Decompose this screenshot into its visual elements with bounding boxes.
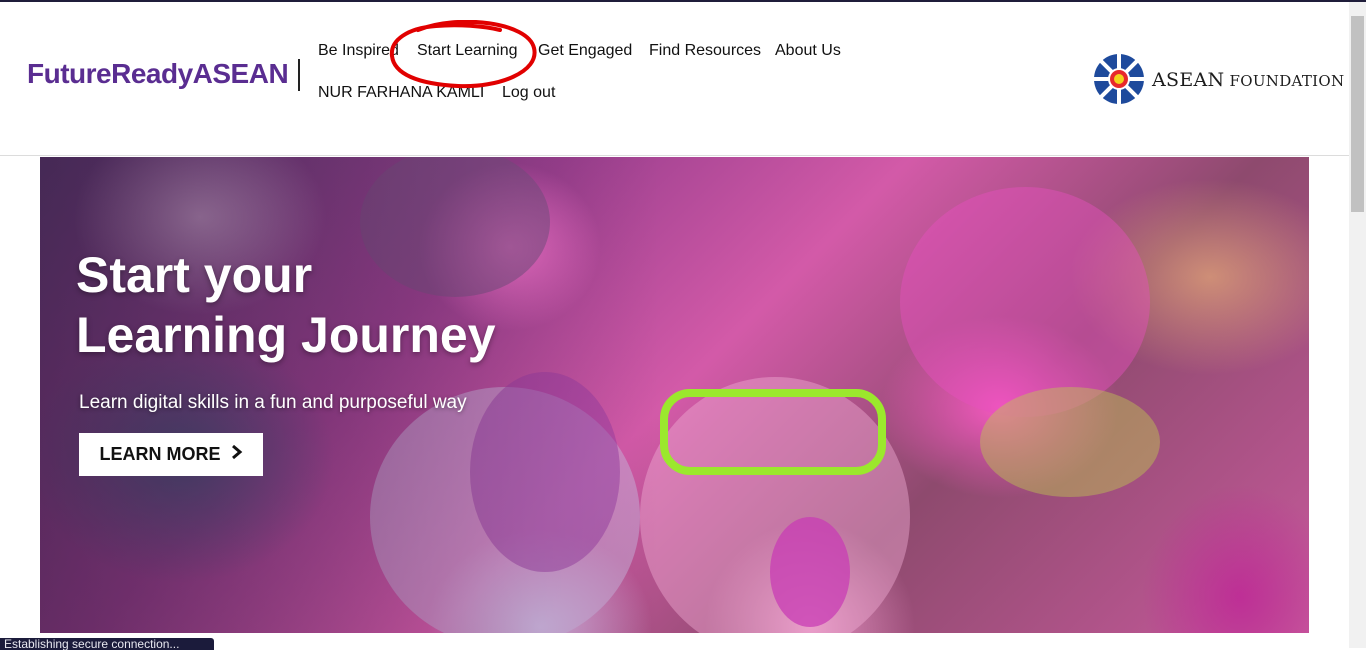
asean-emblem-icon (1092, 52, 1146, 106)
site-header: FutureReadyASEAN Be Inspired Start Learn… (0, 2, 1349, 156)
hero-title: Start your Learning Journey (76, 245, 496, 365)
learn-more-button[interactable]: LEARN MORE (79, 433, 263, 476)
nav-be-inspired[interactable]: Be Inspired (318, 42, 399, 60)
vertical-scrollbar[interactable] (1349, 2, 1366, 648)
hero-title-line-2: Learning Journey (76, 307, 496, 363)
nav-start-learning[interactable]: Start Learning (417, 42, 518, 60)
hero-photo-shape (660, 389, 886, 475)
hero-photo-shape (900, 187, 1150, 417)
foundation-name-second: FOUNDATION (1229, 72, 1345, 90)
hero-photo-shape (980, 387, 1160, 497)
nav-get-engaged[interactable]: Get Engaged (538, 42, 632, 60)
hero-title-line-1: Start your (76, 247, 313, 303)
scrollbar-thumb[interactable] (1351, 16, 1364, 212)
nav-log-out[interactable]: Log out (502, 84, 555, 102)
chevron-right-icon (231, 444, 243, 465)
site-logo[interactable]: FutureReadyASEAN (27, 58, 289, 90)
learn-more-label: LEARN MORE (99, 444, 221, 464)
hero-banner: Start your Learning Journey Learn digita… (40, 157, 1309, 633)
asean-foundation-name: ASEAN FOUNDATION (1152, 69, 1344, 91)
nav-about-us[interactable]: About Us (775, 42, 841, 60)
asean-foundation-logo[interactable]: ASEAN FOUNDATION (1092, 52, 1344, 106)
nav-find-resources[interactable]: Find Resources (649, 42, 761, 60)
foundation-name-first: ASEAN (1152, 69, 1225, 91)
nav-user-profile[interactable]: NUR FARHANA KAMLI (318, 84, 484, 102)
logo-divider (298, 59, 300, 91)
browser-status-bar: Establishing secure connection... (0, 638, 214, 650)
hero-subtitle: Learn digital skills in a fun and purpos… (79, 392, 467, 413)
hero-photo-shape (770, 517, 850, 627)
